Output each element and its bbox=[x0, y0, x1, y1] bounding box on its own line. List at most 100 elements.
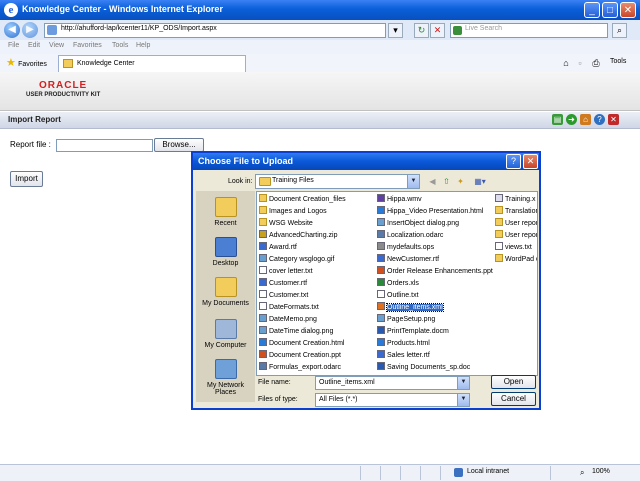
open-button[interactable]: Open bbox=[491, 375, 536, 389]
desktop-icon bbox=[214, 237, 237, 257]
dialog-close-button[interactable]: ✕ bbox=[523, 154, 538, 169]
file-list-item[interactable]: PrintTemplate.docm bbox=[377, 326, 449, 336]
help-icon[interactable]: ? bbox=[594, 114, 605, 125]
place-my-network[interactable]: My Network Places bbox=[196, 359, 255, 396]
file-list-item[interactable]: WordPad d bbox=[495, 254, 537, 264]
dialog-help-button[interactable]: ? bbox=[506, 154, 521, 169]
folder-icon bbox=[259, 194, 267, 202]
file-list-item[interactable]: Category wsglogo.gif bbox=[259, 254, 334, 264]
print-icon[interactable]: ⎙ bbox=[590, 57, 602, 69]
file-list-item[interactable]: User repor bbox=[495, 230, 537, 240]
menu-favorites[interactable]: Favorites bbox=[73, 42, 102, 49]
new-folder-icon[interactable]: ✦ bbox=[455, 176, 466, 187]
place-my-computer[interactable]: My Computer bbox=[196, 319, 255, 349]
recent-icon bbox=[214, 197, 237, 217]
file-list-item[interactable]: Document Creation.ppt bbox=[259, 350, 341, 360]
chevron-down-icon[interactable]: ▼ bbox=[457, 394, 469, 406]
file-list-item[interactable]: AdvancedCharting.zip bbox=[259, 230, 338, 240]
file-name-input[interactable]: Outline_items.xml ▼ bbox=[315, 376, 470, 390]
back-nav-icon[interactable]: ◀ bbox=[427, 176, 438, 187]
file-list-item[interactable]: Hippa.wmv bbox=[377, 194, 422, 204]
home-icon[interactable]: ⌂ bbox=[560, 57, 572, 69]
file-list-item[interactable]: DateTime dialog.png bbox=[259, 326, 333, 336]
menu-file[interactable]: File bbox=[8, 42, 19, 49]
file-list-item[interactable]: Award.rtf bbox=[259, 242, 297, 252]
file-list-item[interactable]: Formulas_export.odarc bbox=[259, 362, 341, 372]
upk-wordmark: USER PRODUCTIVITY KIT bbox=[26, 92, 101, 98]
favorites-button[interactable]: ★ Favorites bbox=[6, 56, 47, 69]
tab-knowledge-center[interactable]: Knowledge Center bbox=[58, 55, 246, 72]
file-list-item[interactable]: cover letter.txt bbox=[259, 266, 313, 276]
file-name: Outline_items.xml bbox=[386, 303, 444, 312]
logout-icon[interactable]: ✕ bbox=[608, 114, 619, 125]
file-list-item[interactable]: NewCustomer.rtf bbox=[377, 254, 439, 264]
file-list-item[interactable]: Training.x bbox=[495, 194, 535, 204]
file-list-item[interactable]: mydefaults.ops bbox=[377, 242, 434, 252]
place-my-documents[interactable]: My Documents bbox=[196, 277, 255, 307]
file-list-item[interactable]: Customer.txt bbox=[259, 290, 308, 300]
view-menu-icon[interactable]: ▦▾ bbox=[471, 176, 489, 187]
menu-help[interactable]: Help bbox=[136, 42, 150, 49]
address-input[interactable]: http://ahufford-lap/kcenter11/KP_ODS/Imp… bbox=[44, 23, 386, 38]
search-button-icon[interactable]: ⌕ bbox=[612, 23, 627, 38]
report-file-input[interactable] bbox=[56, 139, 153, 152]
file-list-item[interactable]: Order Release Enhancements.ppt bbox=[377, 266, 493, 276]
menu-view[interactable]: View bbox=[49, 42, 64, 49]
file-list-item[interactable]: DateMemo.png bbox=[259, 314, 317, 324]
file-name: Document Creation.html bbox=[269, 340, 345, 347]
file-list-item[interactable]: WSG Website bbox=[259, 218, 313, 228]
file-list-item[interactable]: User repor bbox=[495, 218, 537, 228]
place-recent[interactable]: Recent bbox=[196, 197, 255, 227]
export-icon[interactable]: ▤ bbox=[552, 114, 563, 125]
file-name: Document Creation.ppt bbox=[269, 352, 341, 359]
file-list-item[interactable]: Orders.xls bbox=[377, 278, 419, 288]
file-list-item[interactable]: views.txt bbox=[495, 242, 532, 252]
look-in-select[interactable]: Training Files ▼ bbox=[255, 174, 420, 189]
cancel-button[interactable]: Cancel bbox=[491, 392, 536, 406]
stop-icon[interactable]: ✕ bbox=[430, 23, 445, 38]
file-name: Training.x bbox=[505, 196, 536, 203]
place-desktop[interactable]: Desktop bbox=[196, 237, 255, 267]
dropdown-arrow-icon[interactable]: ▾ bbox=[388, 23, 403, 38]
file-list-item[interactable]: Document Creation.html bbox=[259, 338, 344, 348]
file-list-item[interactable]: Localization.odarc bbox=[377, 230, 443, 240]
file-list-item[interactable]: InsertObject dialog.png bbox=[377, 218, 459, 228]
file-list-item[interactable]: Saving Documents_sp.doc bbox=[377, 362, 470, 372]
file-list-item[interactable]: Document Creation_files bbox=[259, 194, 346, 204]
up-folder-icon[interactable]: ⇧ bbox=[441, 176, 452, 187]
file-list-item[interactable]: PageSetup.png bbox=[377, 314, 435, 324]
menu-tools[interactable]: Tools bbox=[112, 42, 128, 49]
file-list-item[interactable]: Products.html bbox=[377, 338, 430, 348]
chevron-down-icon[interactable]: ▼ bbox=[457, 377, 469, 389]
file-list-item[interactable]: Images and Logos bbox=[259, 206, 327, 216]
file-list-item[interactable]: Translation bbox=[495, 206, 537, 216]
close-window-button[interactable]: ✕ bbox=[620, 2, 636, 18]
file-list-item[interactable]: Outline.txt bbox=[377, 290, 419, 300]
refresh-icon[interactable]: ↻ bbox=[414, 23, 429, 38]
maximize-button[interactable]: □ bbox=[602, 2, 618, 18]
file-list-item[interactable]: Hippa_Video Presentation.html bbox=[377, 206, 483, 216]
import-button[interactable]: Import bbox=[10, 171, 43, 187]
file-name: InsertObject dialog.png bbox=[387, 220, 459, 227]
file-list-item[interactable]: Outline_items.xml bbox=[377, 302, 444, 312]
file-type-select[interactable]: All Files (*.*) ▼ bbox=[315, 393, 470, 407]
file-list-item[interactable]: Sales letter.rtf bbox=[377, 350, 430, 360]
zoom-icon[interactable]: ⌕ bbox=[580, 468, 590, 477]
browse-button[interactable]: Browse... bbox=[154, 138, 204, 152]
menu-edit[interactable]: Edit bbox=[28, 42, 40, 49]
file-list-item[interactable]: Customer.rtf bbox=[259, 278, 307, 288]
go-icon[interactable]: ➜ bbox=[566, 114, 577, 125]
file-list-item[interactable]: DateFormats.txt bbox=[259, 302, 319, 312]
file-list[interactable]: Document Creation_files Images and Logos W… bbox=[256, 191, 538, 376]
file-name: Category wsglogo.gif bbox=[269, 256, 335, 263]
back-button[interactable]: ◀ bbox=[4, 22, 20, 38]
zoom-level[interactable]: 100% bbox=[592, 468, 610, 475]
look-in-value: Training Files bbox=[272, 177, 314, 184]
minimize-button[interactable]: _ bbox=[584, 2, 600, 18]
feeds-icon[interactable]: ▫ bbox=[574, 57, 586, 69]
home-page-icon[interactable]: ⌂ bbox=[580, 114, 591, 125]
tools-menu[interactable]: Tools bbox=[610, 58, 626, 65]
forward-button[interactable]: ▶ bbox=[22, 22, 38, 38]
file-icon bbox=[259, 314, 267, 322]
search-input[interactable]: Live Search bbox=[450, 23, 608, 38]
